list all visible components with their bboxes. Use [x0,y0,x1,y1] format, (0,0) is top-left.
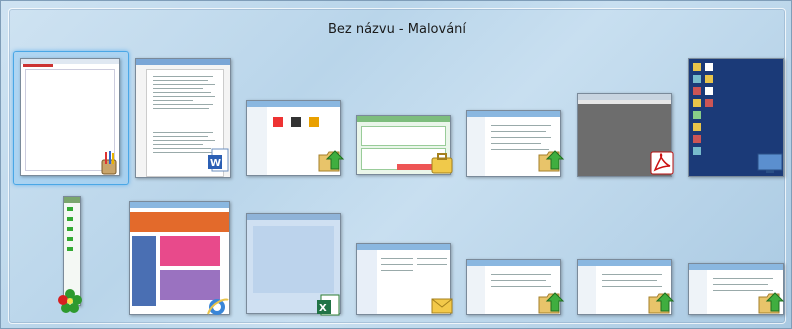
window-switcher: Bez názvu - Malování W X [0,0,792,329]
folder-icon [537,147,565,175]
switcher-title: Bez názvu - Malování [327,22,467,37]
flower-icon [56,287,84,315]
folder-icon [757,289,785,317]
svg-text:W: W [210,158,221,169]
briefcase-icon [428,149,456,177]
paint-icon [95,149,123,177]
folder-icon [537,289,565,317]
word-icon: W [205,147,233,175]
folder-icon [647,289,675,317]
envelope-icon [428,291,456,319]
svg-text:X: X [319,303,327,314]
desktop-icon [757,151,783,175]
folder-icon [317,147,345,175]
pdf-icon [648,149,676,177]
excel-icon: X [314,291,342,319]
ie-icon [203,293,231,321]
